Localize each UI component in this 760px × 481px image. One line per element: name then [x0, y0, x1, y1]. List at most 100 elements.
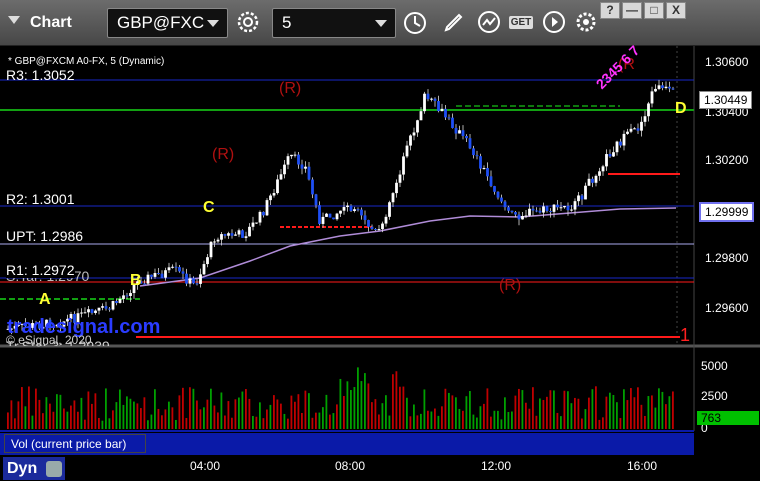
candle-body	[283, 164, 286, 175]
price-chart[interactable]	[0, 46, 760, 481]
candle-body	[195, 283, 199, 285]
volume-bar	[549, 390, 552, 429]
candle-body	[496, 191, 500, 198]
volume-bar	[409, 416, 412, 429]
get-data-button[interactable]: GET	[506, 10, 536, 36]
volume-bar	[581, 418, 583, 429]
candle-body	[454, 127, 458, 134]
minimize-button[interactable]: —	[622, 2, 642, 19]
volume-study-label[interactable]: Vol (current price bar)	[4, 434, 146, 453]
candle-body	[598, 171, 601, 176]
candle-body	[388, 202, 391, 217]
interval-select[interactable]: 5	[272, 8, 396, 38]
maximize-button[interactable]: □	[644, 2, 664, 19]
settings-gear-icon[interactable]	[572, 10, 600, 36]
volume-axis[interactable]: 5000 2500 0 763	[695, 349, 760, 435]
marker-r-3: (R)	[499, 277, 522, 294]
volume-bar	[528, 408, 531, 429]
volume-bar	[378, 414, 380, 429]
volume-bar	[514, 395, 517, 429]
time-tick: 08:00	[335, 459, 366, 473]
candle-body	[570, 209, 573, 211]
app-menu-icon[interactable]	[8, 16, 20, 24]
studies-icon[interactable]	[475, 10, 503, 36]
volume-bar	[637, 387, 639, 429]
volume-bar	[129, 398, 132, 429]
volume-bar	[633, 397, 636, 429]
candle-body	[286, 156, 290, 165]
symbol-select[interactable]: GBP@FXC	[107, 8, 228, 38]
candle-body	[321, 216, 325, 224]
volume-bar	[399, 386, 401, 429]
candle-body	[164, 270, 167, 278]
volume-bar	[353, 387, 356, 429]
volume-bar	[434, 408, 436, 429]
candle-body	[440, 108, 444, 112]
volume-bar	[308, 393, 310, 429]
clock-icon[interactable]	[401, 10, 429, 36]
close-button[interactable]: X	[666, 2, 686, 19]
volume-bar	[367, 383, 370, 429]
title-bar: Chart GBP@FXC 5 GET ? — □ X	[0, 0, 760, 46]
volume-bar	[542, 399, 545, 429]
candle-body	[549, 211, 552, 213]
volume-bar	[371, 402, 373, 429]
volume-bar	[458, 408, 461, 429]
volume-bar	[231, 417, 233, 429]
volume-bar	[213, 405, 216, 429]
price-tick: 1.30200	[705, 153, 749, 167]
candle-body	[234, 234, 237, 236]
volume-bar	[479, 406, 482, 429]
volume-bar	[136, 403, 139, 429]
link-gear-icon[interactable]	[234, 10, 262, 36]
volume-bar	[423, 389, 426, 429]
candle-body	[566, 205, 570, 211]
volume-bar	[665, 404, 667, 429]
candle-body	[608, 154, 612, 157]
candle-body	[90, 309, 94, 313]
volume-bar	[619, 418, 622, 429]
candle-body	[580, 195, 584, 200]
volume-bar	[444, 388, 447, 429]
candle-body	[584, 185, 587, 200]
price-axis[interactable]: 1.30600 1.30400 1.30200 1.29800 1.29600 …	[695, 46, 760, 346]
play-icon[interactable]	[540, 10, 568, 36]
volume-bar	[350, 390, 352, 429]
volume-bar	[357, 367, 359, 429]
candle-body	[255, 222, 258, 224]
volume-bar	[532, 387, 534, 429]
candle-body	[220, 234, 223, 240]
chart-area[interactable]: * GBP@FXCM A0-FX, 5 (Dynamic) R3: 1.3052…	[0, 42, 760, 481]
volume-bar	[98, 417, 100, 429]
volume-bar	[591, 389, 594, 429]
volume-bar	[143, 397, 146, 429]
volume-bar	[483, 403, 485, 429]
help-button[interactable]: ?	[600, 2, 620, 19]
volume-bar	[192, 388, 195, 429]
candle-body	[458, 130, 461, 134]
candle-body	[633, 128, 636, 130]
candle-body	[118, 298, 122, 303]
candle-body	[314, 194, 318, 206]
time-tick: 12:00	[481, 459, 512, 473]
volume-bar	[462, 410, 464, 429]
draw-pencil-icon[interactable]	[440, 10, 468, 36]
candle-body	[556, 204, 559, 208]
footer-tab-dyn[interactable]: Dyn	[3, 457, 65, 480]
volume-bar	[605, 396, 608, 429]
symbol-value: GBP@FXC	[117, 13, 205, 32]
link-icon	[45, 460, 62, 477]
volume-bar	[178, 395, 181, 429]
candle-body	[489, 176, 493, 187]
candle-body	[367, 220, 370, 227]
volume-bar	[28, 386, 30, 429]
candle-body	[171, 266, 174, 268]
volume-bar	[168, 401, 170, 429]
volume-bar	[486, 388, 489, 429]
volume-bar	[640, 404, 643, 429]
candle-body	[153, 273, 157, 277]
volume-bar	[217, 412, 219, 429]
candle-body	[262, 211, 265, 216]
volume-bar	[511, 411, 513, 429]
candle-body	[206, 257, 209, 265]
